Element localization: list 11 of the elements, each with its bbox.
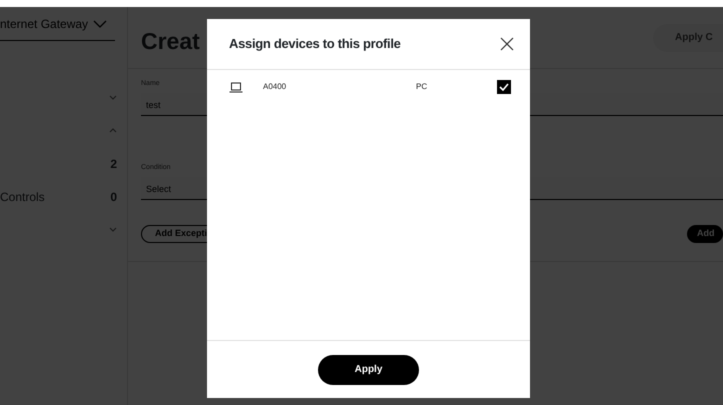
device-type: PC [416, 81, 428, 93]
count-label: 2 [110, 156, 117, 172]
device-name: A0400 [263, 81, 288, 93]
device-checkbox[interactable] [497, 80, 511, 94]
close-button[interactable] [500, 37, 514, 51]
sidebar-item-label: Controls [0, 188, 45, 206]
modal-title: Assign devices to this profile [229, 36, 401, 52]
count-label: 0 [110, 188, 117, 206]
apply-button[interactable]: Apply [318, 354, 419, 384]
laptop-icon [229, 82, 243, 92]
page-title: Creat [141, 28, 200, 56]
